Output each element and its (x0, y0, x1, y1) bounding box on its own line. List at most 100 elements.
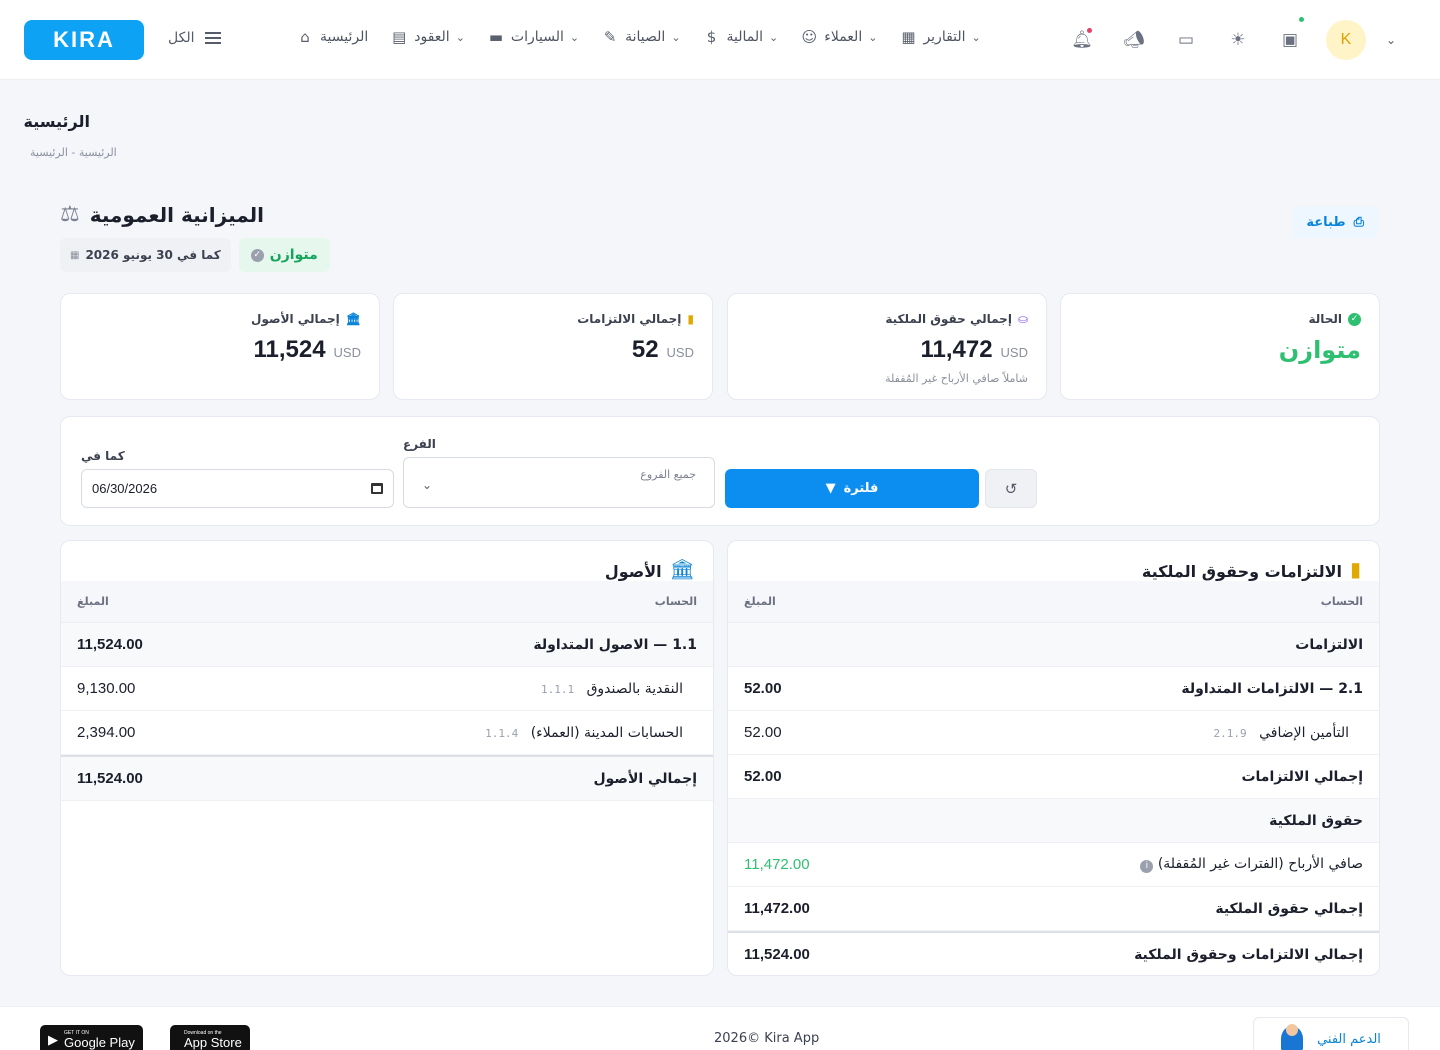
bank-icon: 🏛︎ (669, 557, 695, 581)
account-name: 1.1 — الاصول المتداولة (533, 636, 697, 653)
account-cell: التأمين الإضافي 2.1.9 (1214, 725, 1349, 741)
nav-finance-label: المالية (726, 29, 764, 45)
as-of-badge: ▦ كما في 30 يونيو 2026 (60, 238, 231, 272)
chat-icon: ▭ (1177, 30, 1195, 50)
chevron-down-icon[interactable]: ⌄ (1386, 33, 1396, 47)
announcements-button[interactable]: 📣︎ (1118, 20, 1150, 60)
bell-icon: 🔔︎ (1071, 30, 1093, 50)
account-amount: 52.00 (744, 724, 782, 741)
invoice-icon: ▮ (687, 312, 694, 326)
liabilities-card-label: ▮ إجمالي الالتزامات (412, 312, 694, 326)
apps-button[interactable]: ▣ (1274, 17, 1306, 60)
table-row[interactable]: الحسابات المدينة (العملاء) 1.1.4 2,394.0… (61, 711, 713, 755)
total-amount: 52.00 (744, 768, 782, 785)
account-name: التأمين الإضافي (1259, 724, 1349, 741)
balance-sheet-badges: ▦ كما في 30 يونيو 2026 ✓ متوازن (60, 238, 330, 272)
support-button[interactable]: الدعم الفني (1253, 1017, 1409, 1050)
hand-coin-icon: ⛀ (1017, 312, 1028, 326)
liabilities-currency: USD (666, 345, 694, 360)
chevron-down-icon: ⌄ (455, 30, 465, 44)
as-of-text: كما في 30 يونيو 2026 (85, 248, 221, 262)
balance-sheet-title: الميزانية العمومية (89, 202, 265, 227)
assets-card: 🏛︎ إجمالي الأصول 11,524 USD (60, 293, 380, 400)
users-icon: ☺ (801, 28, 818, 46)
table-row[interactable]: 2.1 — الالتزامات المتداولة 52.00 (728, 667, 1379, 711)
section-name: الالتزامات (1295, 636, 1363, 653)
account-cell: الحسابات المدينة (العملاء) 1.1.4 (485, 725, 683, 741)
total-name: إجمالي حقوق الملكية (1215, 900, 1363, 917)
nav-finance[interactable]: $ المالية ⌄ (703, 28, 779, 46)
avatar[interactable]: K (1326, 20, 1366, 60)
assets-card-label: 🏛︎ إجمالي الأصول (79, 312, 361, 326)
kira-logo[interactable]: KIRA (24, 20, 144, 60)
calendar-icon[interactable] (371, 483, 383, 494)
account-amount: 2,394.00 (77, 724, 136, 741)
nav-contracts-label: العقود (414, 29, 450, 45)
table-row[interactable]: التأمين الإضافي 2.1.9 52.00 (728, 711, 1379, 755)
car-icon: ▬ (488, 28, 504, 46)
grand-total-name: إجمالي الالتزامات وحقوق الملكية (1134, 946, 1363, 963)
info-icon[interactable]: i (1140, 859, 1154, 873)
google-play-badge[interactable]: ▶ GET IT ON Google Play (40, 1025, 143, 1050)
theme-toggle-button[interactable]: ☀ (1222, 20, 1254, 60)
report-icon: ▦ (901, 28, 916, 46)
chevron-down-icon: ⌄ (671, 30, 681, 44)
status-badge: ✓ متوازن (238, 238, 330, 272)
branch-select[interactable]: ⌄ جميع الفروع (403, 457, 715, 508)
play-icon: ▶ (48, 1032, 58, 1047)
notification-dot (1087, 28, 1092, 33)
total-name: إجمالي الالتزامات (1241, 768, 1363, 785)
nav-cars[interactable]: ▬ السيارات ⌄ (487, 28, 579, 46)
total-amount: 11,472.00 (744, 900, 810, 917)
support-label: الدعم الفني (1317, 1031, 1381, 1047)
nav-home[interactable]: ⌂ الرئيسية (296, 28, 368, 46)
nav-maintenance[interactable]: ✎ الصيانة ⌄ (601, 28, 681, 46)
nav-customers[interactable]: ☺ العملاء ⌄ (800, 28, 877, 46)
table-row[interactable]: النقدية بالصندوق 1.1.1 9,130.00 (61, 667, 713, 711)
assets-label-text: إجمالي الأصول (251, 312, 340, 326)
print-button[interactable]: ⎙ طباعة (1292, 206, 1378, 238)
google-play-big: Google Play (64, 1035, 135, 1050)
all-menu-label: الكل (168, 30, 195, 46)
chevron-down-icon: ⌄ (422, 478, 433, 492)
assets-panel: الأصول 🏛︎ الحساب المبلغ 1.1 — الاصول الم… (60, 540, 714, 976)
notifications-button[interactable]: 🔔︎ (1066, 20, 1098, 60)
table-row[interactable]: صافي الأرباح (الفترات غير المُقفلة) i 11… (728, 843, 1379, 887)
account-code: 1.1.4 (485, 726, 519, 740)
liabilities-card: ▮ إجمالي الالتزامات 52 USD (393, 293, 713, 400)
account-cell: صافي الأرباح (الفترات غير المُقفلة) i (1140, 856, 1363, 873)
all-menu-toggle[interactable]: الكل (168, 30, 221, 46)
header-tools: 🔔︎ 📣︎ ▭ ☀ ▣ K ⌄ (1066, 17, 1396, 60)
nav-reports[interactable]: ▦ التقارير ⌄ (899, 28, 980, 46)
table-header: الحساب المبلغ (728, 581, 1379, 623)
equity-note: شاملاً صافي الأرباح غير المُقفلة (885, 372, 1028, 385)
box-icon: ▣ (1281, 30, 1299, 50)
table-row-total: إجمالي حقوق الملكية 11,472.00 (728, 887, 1379, 931)
liabilities-amount: 52 (631, 336, 659, 363)
copyright: 2026© Kira App (714, 1031, 820, 1046)
equity-card-label: ⛀ إجمالي حقوق الملكية (746, 312, 1028, 326)
as-of-date-value: 06/30/2026 (92, 481, 158, 496)
messages-button[interactable]: ▭ (1170, 20, 1202, 60)
liabilities-value: 52 USD (412, 336, 694, 364)
print-label: طباعة (1306, 214, 1346, 230)
grand-total-row: إجمالي الأصول 11,524.00 (61, 755, 713, 801)
chevron-down-icon: ⌄ (971, 30, 981, 44)
page-title: الرئيسية (23, 112, 91, 131)
account-code: 1.1.1 (540, 682, 575, 696)
total-amount: 11,524.00 (77, 770, 143, 787)
support-agent-icon (1281, 1024, 1304, 1050)
nav-home-label: الرئيسية (320, 29, 369, 45)
footer: ▶ GET IT ON Google Play Download on the … (0, 1006, 1440, 1050)
col-account: الحساب (1320, 595, 1363, 608)
assets-panel-title: الأصول (604, 562, 662, 581)
nav-contracts[interactable]: ▤ العقود ⌄ (390, 28, 465, 46)
dollar-icon: $ (706, 28, 717, 46)
app-store-badge[interactable]: Download on the App Store (170, 1025, 250, 1050)
as-of-date-input[interactable]: 06/30/2026 (81, 469, 394, 508)
main-nav: ⌂ الرئيسية ▤ العقود ⌄ ▬ السيارات ⌄ ✎ الص… (296, 28, 981, 46)
table-row[interactable]: 1.1 — الاصول المتداولة 11,524.00 (61, 623, 713, 667)
filter-button[interactable]: فلترة ▼ (725, 469, 979, 508)
reset-button[interactable]: ↺ (985, 469, 1037, 508)
funnel-icon: ▼ (825, 481, 836, 496)
